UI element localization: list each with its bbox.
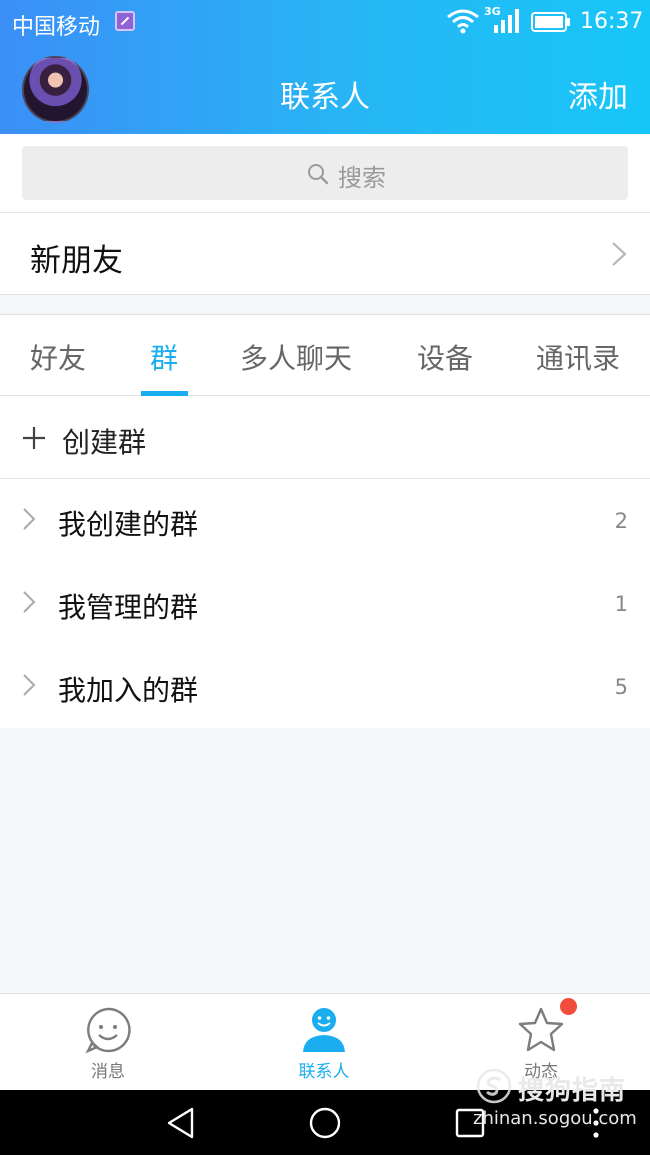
app-header: 中国移动 3G 16:37 联系人 添加 bbox=[0, 0, 650, 134]
sogou-logo-icon bbox=[476, 1068, 512, 1104]
wifi-icon bbox=[447, 9, 479, 34]
plus-icon bbox=[23, 427, 45, 449]
group-count: 5 bbox=[614, 675, 628, 699]
new-friends-row[interactable]: 新朋友 bbox=[0, 213, 650, 295]
watermark-brand: 搜狗指南 bbox=[518, 1076, 627, 1106]
group-list: 我创建的群 2 我管理的群 1 我加入的群 5 bbox=[0, 479, 650, 728]
page-title: 联系人 bbox=[280, 80, 370, 115]
create-group-label: 创建群 bbox=[62, 426, 147, 459]
carrier-label: 中国移动 bbox=[12, 15, 101, 40]
group-category-label: 我创建的群 bbox=[58, 508, 199, 541]
sim-card-icon bbox=[115, 11, 135, 31]
clock-label: 16:37 bbox=[580, 9, 644, 34]
signal-icon bbox=[494, 9, 519, 33]
tab-friends[interactable]: 好友 bbox=[30, 337, 86, 377]
watermark-url: zhinan.sogou.com bbox=[473, 1108, 637, 1129]
list-item-created-groups[interactable]: 我创建的群 2 bbox=[0, 479, 650, 562]
tab-devices[interactable]: 设备 bbox=[417, 337, 473, 377]
search-placeholder: 搜索 bbox=[338, 164, 386, 192]
group-count: 2 bbox=[614, 509, 628, 533]
chevron-right-icon bbox=[612, 242, 627, 266]
list-item-managed-groups[interactable]: 我管理的群 1 bbox=[0, 562, 650, 645]
create-group-button[interactable]: 创建群 bbox=[0, 396, 650, 479]
new-friends-label: 新朋友 bbox=[30, 243, 123, 279]
add-button[interactable]: 添加 bbox=[568, 72, 628, 116]
status-bar: 中国移动 3G 16:37 bbox=[0, 0, 650, 44]
star-icon bbox=[518, 1007, 564, 1052]
search-icon bbox=[308, 164, 329, 185]
chevron-right-icon bbox=[23, 674, 36, 696]
tab-multi-chat[interactable]: 多人聊天 bbox=[240, 337, 352, 377]
smiley-chat-icon bbox=[85, 1007, 131, 1054]
nav-contacts-label: 联系人 bbox=[298, 1062, 350, 1082]
battery-icon bbox=[531, 12, 570, 32]
back-icon[interactable] bbox=[164, 1106, 198, 1140]
contact-tabs: 好友 群 多人聊天 设备 通讯录 bbox=[0, 314, 650, 396]
group-category-label: 我管理的群 bbox=[58, 591, 199, 624]
nav-contacts[interactable]: 联系人 bbox=[216, 994, 432, 1091]
nav-messages[interactable]: 消息 bbox=[0, 994, 216, 1091]
chevron-right-icon bbox=[23, 508, 36, 530]
search-input[interactable]: 搜索 bbox=[22, 146, 628, 200]
home-icon[interactable] bbox=[308, 1106, 342, 1140]
tab-address-book[interactable]: 通讯录 bbox=[536, 337, 620, 377]
notification-badge bbox=[560, 998, 577, 1015]
nav-messages-label: 消息 bbox=[91, 1062, 125, 1082]
list-item-joined-groups[interactable]: 我加入的群 5 bbox=[0, 645, 650, 728]
chevron-right-icon bbox=[23, 591, 36, 613]
search-section: 搜索 bbox=[0, 134, 650, 213]
tab-groups[interactable]: 群 bbox=[150, 337, 178, 377]
group-category-label: 我加入的群 bbox=[58, 674, 199, 707]
group-count: 1 bbox=[614, 592, 628, 616]
person-icon bbox=[303, 1008, 345, 1052]
